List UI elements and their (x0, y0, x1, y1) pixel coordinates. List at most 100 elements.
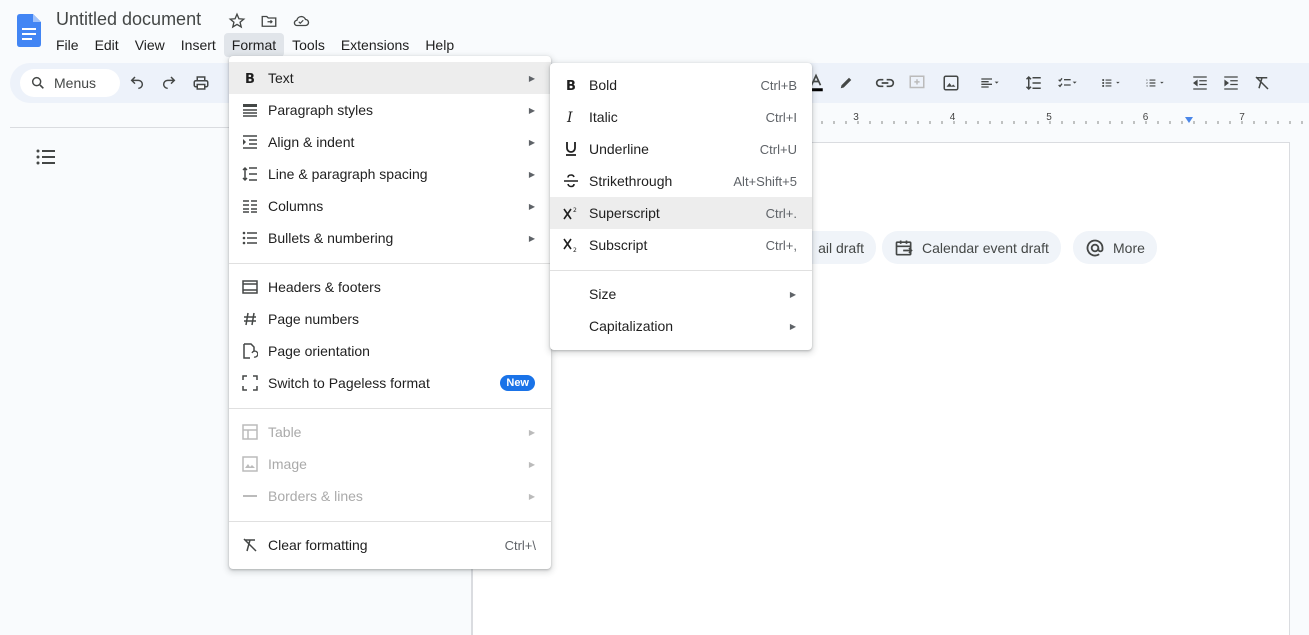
menu-item-borders-lines[interactable]: Borders & lines ▶ (229, 480, 551, 512)
submenu-arrow-icon: ▶ (528, 233, 535, 243)
headers-footers-icon (241, 278, 259, 296)
menu-view[interactable]: View (127, 33, 173, 57)
bold-icon: B (241, 69, 259, 87)
calendar-icon (895, 240, 913, 255)
menu-item-paragraph-styles[interactable]: Paragraph styles ▶ (229, 94, 551, 126)
increase-indent-icon[interactable] (1221, 73, 1241, 93)
menu-item-label: Superscript (589, 205, 660, 221)
strikethrough-icon (562, 172, 580, 190)
shortcut-label: Ctrl+\ (504, 537, 536, 553)
menu-separator (229, 408, 551, 409)
svg-text:3: 3 (1146, 84, 1148, 88)
menu-item-label: Columns (268, 198, 324, 214)
submenu-item-italic[interactable]: I Italic Ctrl+I (550, 101, 812, 133)
page-orientation-icon (241, 342, 259, 360)
search-menus-input[interactable]: Menus (20, 69, 120, 97)
menu-item-label: Align & indent (268, 134, 355, 150)
submenu-item-size[interactable]: Size ▶ (550, 278, 812, 310)
cloud-saved-icon[interactable] (290, 11, 312, 31)
columns-icon (241, 197, 259, 215)
insert-image-icon[interactable] (941, 73, 961, 93)
clear-formatting-icon (241, 536, 259, 554)
menu-item-label: Page orientation (268, 343, 370, 359)
menu-insert[interactable]: Insert (173, 33, 224, 57)
submenu-arrow-icon: ▶ (528, 73, 535, 83)
insert-comment-icon[interactable] (907, 73, 927, 93)
menu-item-page-orientation[interactable]: Page orientation (229, 335, 551, 367)
menu-item-text[interactable]: B Text ▶ (229, 62, 551, 94)
menu-extensions[interactable]: Extensions (333, 33, 417, 57)
svg-text:B: B (245, 72, 255, 85)
menu-item-switch-pageless[interactable]: Switch to Pageless format New (229, 367, 551, 399)
shortcut-label: Ctrl+. (765, 205, 797, 221)
clear-formatting-icon[interactable] (1252, 73, 1272, 93)
menu-item-label: Paragraph styles (268, 102, 374, 118)
menu-item-label: Page numbers (268, 311, 360, 327)
undo-icon[interactable] (127, 73, 147, 93)
chip-email-label: ail draft (818, 239, 864, 256)
submenu-item-bold[interactable]: B Bold Ctrl+B (550, 69, 812, 101)
menu-item-headers-footers[interactable]: Headers & footers (229, 271, 551, 303)
format-menu: B Text ▶ Paragraph styles ▶ Align & inde… (229, 56, 551, 569)
highlight-color-icon[interactable] (836, 73, 856, 93)
search-icon (31, 76, 44, 89)
menu-item-label: Italic (589, 109, 618, 125)
document-outline-icon[interactable] (36, 148, 56, 171)
star-icon[interactable] (226, 11, 248, 31)
checklist-icon[interactable] (1058, 73, 1078, 93)
redo-icon[interactable] (159, 73, 179, 93)
menu-item-columns[interactable]: Columns ▶ (229, 190, 551, 222)
menu-tools[interactable]: Tools (284, 33, 333, 57)
menu-format[interactable]: Format (223, 33, 285, 57)
menubar: File Edit View Insert Format Tools Exten… (48, 33, 462, 57)
chip-more[interactable]: More (1073, 231, 1157, 264)
submenu-arrow-icon: ▶ (789, 289, 796, 299)
menu-item-label: Bold (589, 77, 618, 93)
submenu-arrow-icon: ▶ (528, 169, 535, 179)
submenu-item-superscript[interactable]: 2 Superscript Ctrl+. (550, 197, 812, 229)
docs-logo-icon[interactable] (17, 14, 41, 47)
horizontal-ruler[interactable]: 3 4 5 6 7 (810, 109, 1309, 127)
decrease-indent-icon[interactable] (1190, 73, 1210, 93)
submenu-item-capitalization[interactable]: Capitalization ▶ (550, 310, 812, 342)
menu-item-clear-formatting[interactable]: Clear formatting Ctrl+\ (229, 529, 551, 561)
vertical-ruler[interactable] (0, 127, 10, 635)
bulleted-list-icon[interactable] (1102, 73, 1122, 93)
submenu-item-strikethrough[interactable]: Strikethrough Alt+Shift+5 (550, 165, 812, 197)
shortcut-label: Ctrl+I (765, 109, 797, 125)
submenu-item-underline[interactable]: Underline Ctrl+U (550, 133, 812, 165)
borders-icon (241, 487, 259, 505)
menu-item-align-indent[interactable]: Align & indent ▶ (229, 126, 551, 158)
chip-calendar-event-draft[interactable]: Calendar event draft (882, 231, 1061, 264)
ruler-number: 4 (950, 112, 956, 123)
submenu-arrow-icon: ▶ (528, 201, 535, 211)
menu-item-label: Text (268, 70, 294, 86)
ruler-number: 3 (853, 112, 859, 123)
shortcut-label: Ctrl+U (759, 141, 797, 157)
menu-edit[interactable]: Edit (87, 33, 127, 57)
menu-item-image[interactable]: Image ▶ (229, 448, 551, 480)
hash-icon (241, 310, 259, 328)
shortcut-label: Ctrl+, (765, 237, 797, 253)
print-icon[interactable] (191, 73, 211, 93)
align-icon[interactable] (980, 73, 1000, 93)
menu-file[interactable]: File (48, 33, 87, 57)
bullets-icon (241, 229, 259, 247)
insert-link-icon[interactable] (875, 73, 895, 93)
ruler-number: 6 (1143, 112, 1149, 123)
menu-help[interactable]: Help (417, 33, 462, 57)
move-folder-icon[interactable] (258, 11, 280, 31)
menu-item-label: Size (589, 286, 617, 302)
superscript-icon: 2 (562, 204, 580, 222)
menu-item-label: Image (268, 456, 307, 472)
line-spacing-icon[interactable] (1024, 73, 1044, 93)
submenu-arrow-icon: ▶ (789, 321, 796, 331)
table-icon (241, 423, 259, 441)
numbered-list-icon[interactable]: 123 (1146, 73, 1166, 93)
document-title[interactable]: Untitled document (56, 9, 201, 30)
menu-item-line-spacing[interactable]: Line & paragraph spacing ▶ (229, 158, 551, 190)
menu-item-page-numbers[interactable]: Page numbers (229, 303, 551, 335)
menu-item-table[interactable]: Table ▶ (229, 416, 551, 448)
menu-item-bullets-numbering[interactable]: Bullets & numbering ▶ (229, 222, 551, 254)
submenu-item-subscript[interactable]: 2 Subscript Ctrl+, (550, 229, 812, 261)
